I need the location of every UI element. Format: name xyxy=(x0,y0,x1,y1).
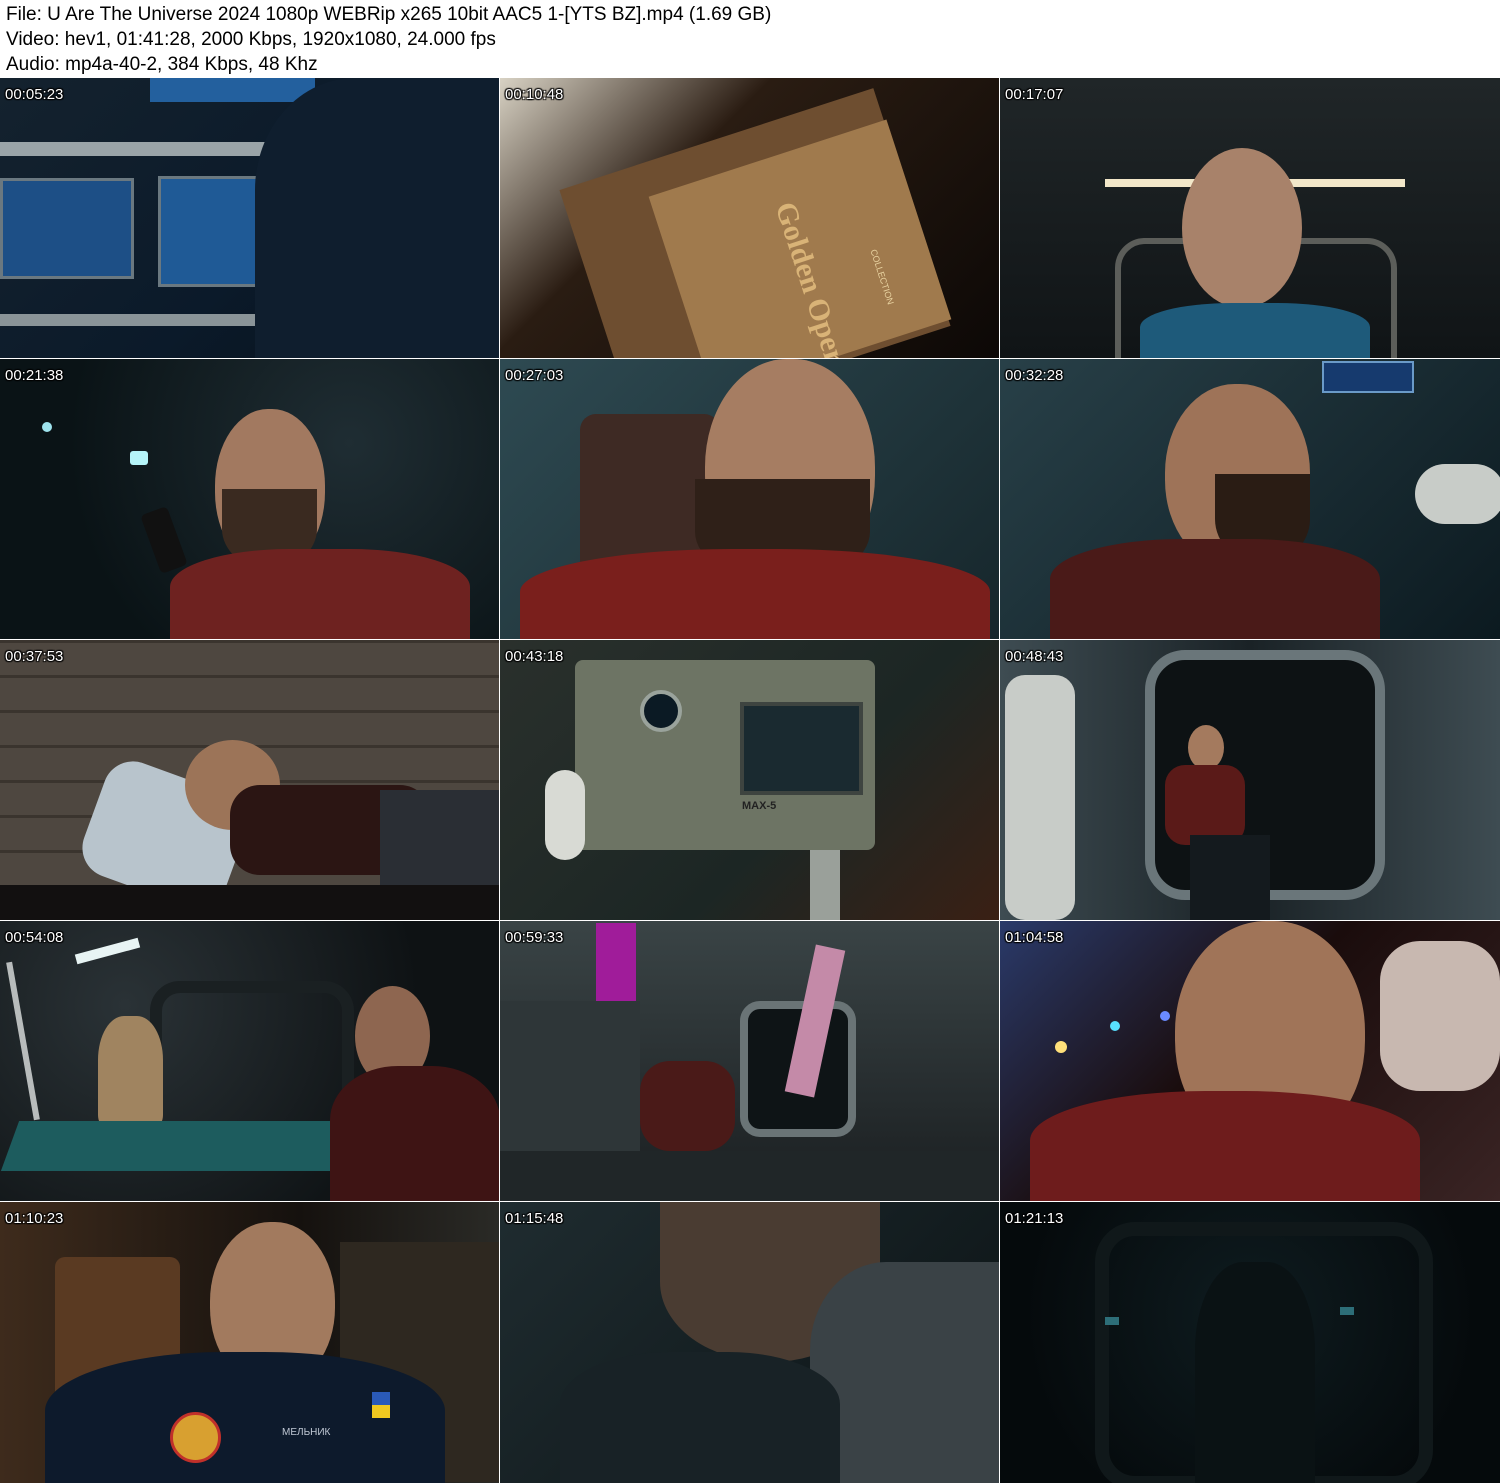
frame-bunk xyxy=(0,640,499,920)
thumbnail[interactable]: 00:05:23 xyxy=(0,78,499,358)
man-jacket xyxy=(520,549,990,639)
string-light xyxy=(1055,1041,1067,1053)
frame-hatch xyxy=(1000,640,1500,920)
timestamp: 00:21:38 xyxy=(5,367,64,384)
frame-robot: MAX-5 xyxy=(500,640,999,920)
purple-light xyxy=(596,923,636,1008)
frame-lights xyxy=(1000,921,1500,1201)
thumbnail[interactable]: 00:48:43 xyxy=(1000,640,1500,920)
flag-patch xyxy=(372,1392,390,1418)
timestamp: 00:37:53 xyxy=(5,648,64,665)
thumbnail[interactable]: МЕЛЬНИК 01:10:23 xyxy=(0,1202,499,1483)
thumbnail[interactable]: 00:21:38 xyxy=(0,359,499,639)
name-tag: МЕЛЬНИК xyxy=(282,1427,331,1438)
man-jacket xyxy=(330,1066,499,1201)
timestamp: 00:17:07 xyxy=(1005,86,1064,103)
timestamp: 01:21:13 xyxy=(1005,1210,1064,1227)
frame-control-panel xyxy=(0,78,499,358)
thumbnail[interactable]: 00:54:08 xyxy=(0,921,499,1201)
audio-info-line: Audio: mp4a-40-2, 384 Kbps, 48 Khz xyxy=(6,54,318,75)
man-shirt xyxy=(1140,303,1370,358)
timestamp: 00:10:48 xyxy=(505,86,564,103)
equipment-roll xyxy=(1415,464,1500,524)
shoulder xyxy=(560,1352,840,1483)
video-info-line: Video: hev1, 01:41:28, 2000 Kbps, 1920x1… xyxy=(6,29,496,50)
string-light xyxy=(1110,1021,1120,1031)
floor xyxy=(500,1151,999,1201)
frame-blanket xyxy=(500,1202,999,1483)
timestamp: 00:43:18 xyxy=(505,648,564,665)
frame-closeup xyxy=(500,359,999,639)
thumbnail[interactable]: 00:59:33 xyxy=(500,921,999,1201)
blue-light xyxy=(1105,1317,1119,1325)
bed-shadow xyxy=(0,885,499,920)
man-jacket xyxy=(170,549,470,639)
man-shirt xyxy=(1050,539,1380,639)
desk-lamp-arm xyxy=(6,961,40,1121)
timestamp: 00:59:33 xyxy=(505,929,564,946)
robot-screen xyxy=(740,702,863,795)
thumbnail[interactable]: Golden Opera COLLECTION 00:10:48 xyxy=(500,78,999,358)
top-monitor xyxy=(150,78,315,102)
robot-leg xyxy=(810,850,840,920)
man-legs xyxy=(1190,835,1270,920)
file-name-line: File: U Are The Universe 2024 1080p WEBR… xyxy=(6,4,772,25)
sign-panel xyxy=(1322,361,1414,393)
thumbnail[interactable]: 00:37:53 xyxy=(0,640,499,920)
man-shirt xyxy=(1030,1091,1420,1201)
file-info-header: File: U Are The Universe 2024 1080p WEBR… xyxy=(0,0,1500,78)
desk-lamp-head xyxy=(74,937,141,965)
frame-book: Golden Opera COLLECTION xyxy=(500,78,999,358)
thumbnail[interactable]: 01:15:48 xyxy=(500,1202,999,1483)
frame-uniform: МЕЛЬНИК xyxy=(0,1202,499,1483)
man-head xyxy=(1188,725,1224,770)
frame-table xyxy=(0,921,499,1201)
thumbnail[interactable]: 00:17:07 xyxy=(1000,78,1500,358)
monitor-left xyxy=(0,178,134,279)
timestamp: 00:27:03 xyxy=(505,367,564,384)
timestamp: 01:10:23 xyxy=(5,1210,64,1227)
frame-corridor xyxy=(1000,78,1500,358)
thumbnail-grid: 00:05:23 Golden Opera COLLECTION 00:10:4… xyxy=(0,78,1500,1483)
frame-phone-call xyxy=(0,359,499,639)
timestamp: 00:54:08 xyxy=(5,929,64,946)
bust-sculpture xyxy=(98,1016,163,1126)
table xyxy=(0,1121,350,1171)
blanket-rolls xyxy=(1380,941,1500,1091)
thumbnail[interactable]: 01:21:13 xyxy=(1000,1202,1500,1483)
string-light xyxy=(1160,1011,1170,1021)
timestamp: 00:48:43 xyxy=(1005,648,1064,665)
light-dot xyxy=(130,451,148,465)
frame-dark-corridor xyxy=(1000,1202,1500,1483)
frame-profile xyxy=(1000,359,1500,639)
man-sitting xyxy=(640,1061,735,1151)
mission-patch xyxy=(170,1412,221,1463)
light-dot xyxy=(42,422,52,432)
timestamp: 01:04:58 xyxy=(1005,929,1064,946)
person-shoulder xyxy=(255,78,499,358)
button-strip-bottom xyxy=(0,314,270,326)
robot-eye xyxy=(640,690,682,732)
timestamp: 00:05:23 xyxy=(5,86,64,103)
man-jacket xyxy=(1165,765,1245,845)
timestamp: 00:32:28 xyxy=(1005,367,1064,384)
timestamp: 01:15:48 xyxy=(505,1210,564,1227)
thumbnail[interactable]: MAX-5 00:43:18 xyxy=(500,640,999,920)
thumbnail[interactable]: 01:04:58 xyxy=(1000,921,1500,1201)
man-back xyxy=(1195,1262,1315,1483)
robot-label: MAX-5 xyxy=(742,800,777,812)
phone xyxy=(140,506,188,574)
man-head xyxy=(1182,148,1302,308)
white-pipe xyxy=(545,770,585,860)
thumbnail[interactable]: 00:32:28 xyxy=(1000,359,1500,639)
blue-light xyxy=(1340,1307,1354,1315)
thumbnail[interactable]: 00:27:03 xyxy=(500,359,999,639)
spacesuit xyxy=(1005,675,1075,920)
frame-module-floor xyxy=(500,921,999,1201)
